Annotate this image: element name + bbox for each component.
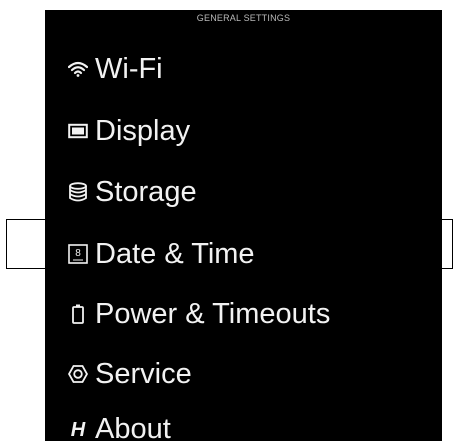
menu-item-label: Storage	[95, 175, 197, 208]
service-icon	[67, 363, 89, 385]
menu-item-storage[interactable]: Storage	[45, 166, 442, 218]
calendar-icon-digit: 8	[75, 248, 81, 259]
menu-item-service[interactable]: Service	[45, 348, 442, 400]
wifi-icon	[67, 58, 89, 80]
calendar-icon: 8	[67, 243, 89, 265]
brand-h-icon: H	[67, 418, 89, 440]
brand-h-icon-letter: H	[71, 419, 86, 439]
menu-item-power-timeouts[interactable]: Power & Timeouts	[45, 288, 442, 340]
menu-item-label: Service	[95, 357, 192, 390]
menu-item-label: Power & Timeouts	[95, 297, 331, 330]
screen-title: GENERAL SETTINGS	[196, 13, 291, 23]
menu-item-about[interactable]: H About	[45, 403, 442, 441]
battery-icon	[67, 303, 89, 325]
display-icon	[67, 120, 89, 142]
menu-item-display[interactable]: Display	[45, 105, 442, 157]
menu-item-label: Display	[95, 114, 191, 147]
menu-item-date-time[interactable]: 8 Date & Time	[45, 228, 442, 280]
settings-screen: GENERAL SETTINGS Wi-Fi Display Storage 8…	[45, 10, 442, 441]
menu-item-label: Wi-Fi	[95, 52, 163, 85]
storage-icon	[67, 181, 89, 203]
menu-item-wifi[interactable]: Wi-Fi	[45, 43, 442, 95]
menu-item-label: Date & Time	[95, 237, 255, 270]
menu-item-label: About	[95, 412, 171, 441]
